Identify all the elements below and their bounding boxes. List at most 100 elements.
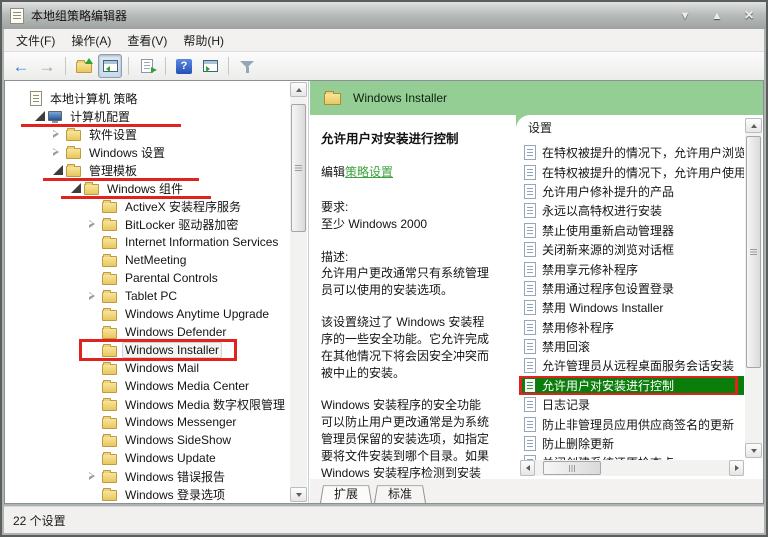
menu-item[interactable]: 文件(F)	[8, 29, 63, 52]
export-list-button[interactable]	[135, 54, 159, 78]
policy-icon	[524, 436, 536, 451]
settings-horizontal-scrollbar[interactable]	[520, 460, 744, 476]
expand-arrow-icon[interactable]	[53, 130, 59, 138]
settings-item[interactable]: 在特权被提升的情况下，允许用户浏览	[519, 143, 744, 162]
tree-item[interactable]: Windows 错误报告	[5, 467, 290, 485]
tree-item-label: Windows Media Center	[122, 378, 252, 394]
tree-item[interactable]: Windows Update	[5, 449, 290, 467]
tree-item[interactable]: NetMeeting	[5, 251, 290, 269]
policy-description-panel: 允许用户对安装进行控制 编辑策略设置 要求: 至少 Windows 2000 描…	[310, 115, 516, 479]
scroll-thumb[interactable]	[543, 461, 601, 475]
settings-item[interactable]: 日志记录	[519, 395, 744, 414]
tree-item[interactable]: 计算机配置	[5, 107, 290, 125]
minimize-button[interactable]: ▼	[676, 10, 694, 22]
tree-item[interactable]: Windows Installer	[5, 341, 290, 359]
tree-item[interactable]: Parental Controls	[5, 269, 290, 287]
forward-button[interactable]: →	[35, 54, 59, 78]
tree-scrollbar[interactable]	[290, 82, 307, 502]
gpedit-window: 本地组策略编辑器 ▼ ▲ × 文件(F)操作(A)查看(V)帮助(H) ← → …	[0, 0, 768, 537]
scroll-down-button[interactable]	[290, 487, 307, 502]
tree-item[interactable]: Tablet PC	[5, 287, 290, 305]
scroll-down-button[interactable]	[745, 443, 762, 458]
expand-arrow-icon[interactable]	[89, 472, 95, 480]
tab-standard[interactable]: 标准	[374, 483, 426, 503]
settings-item[interactable]: 防止非管理员应用供应商签名的更新	[519, 414, 744, 433]
scroll-thumb[interactable]	[291, 104, 306, 232]
tree-item[interactable]: 管理模板	[5, 161, 290, 179]
settings-list-panel: 设置 在特权被提升的情况下，允许用户浏览在特权被提升的情况下，允许用户使用允许用…	[516, 115, 763, 479]
menu-item[interactable]: 查看(V)	[119, 29, 175, 52]
tree-item[interactable]: 本地计算机 策略	[5, 89, 290, 107]
scroll-left-button[interactable]	[520, 460, 535, 476]
settings-item-label: 允许用户修补提升的产品	[542, 183, 674, 200]
settings-item[interactable]: 禁用通过程序包设置登录	[519, 279, 744, 298]
tree-item[interactable]: BitLocker 驱动器加密	[5, 215, 290, 233]
scroll-thumb[interactable]	[746, 136, 761, 368]
up-one-level-button[interactable]	[72, 54, 96, 78]
folder-icon	[102, 418, 117, 429]
settings-item[interactable]: 禁用回滚	[519, 337, 744, 356]
edit-line: 编辑策略设置	[321, 163, 490, 180]
settings-item[interactable]: 允许用户修补提升的产品	[519, 182, 744, 201]
settings-item[interactable]: 禁用 Windows Installer	[519, 298, 744, 317]
settings-item-label: 禁用回滚	[542, 338, 590, 355]
expand-arrow-icon[interactable]	[53, 148, 59, 156]
scroll-up-button[interactable]	[290, 82, 307, 97]
tree-item[interactable]: Windows SideShow	[5, 431, 290, 449]
tree-item[interactable]: Windows Media Center	[5, 377, 290, 395]
settings-item[interactable]: 禁用修补程序	[519, 318, 744, 337]
description-label: 描述:	[321, 248, 490, 265]
tree-item[interactable]: Windows Mail	[5, 359, 290, 377]
expand-arrow-icon[interactable]	[53, 165, 63, 175]
annotation-underline	[43, 178, 199, 181]
settings-item[interactable]: 禁止使用重新启动管理器	[519, 221, 744, 240]
scroll-up-button[interactable]	[745, 118, 762, 133]
tree-item[interactable]: Windows 组件	[5, 179, 290, 197]
tree-item[interactable]: 软件设置	[5, 125, 290, 143]
help-button[interactable]: ?	[172, 54, 196, 78]
settings-vertical-scrollbar[interactable]	[745, 118, 762, 458]
expand-arrow-icon[interactable]	[35, 111, 45, 121]
show-console-tree-button[interactable]	[98, 54, 122, 78]
back-button[interactable]: ←	[9, 54, 33, 78]
expand-arrow-icon[interactable]	[89, 292, 95, 300]
scroll-right-button[interactable]	[729, 460, 744, 476]
settings-item[interactable]: 禁用享元修补程序	[519, 259, 744, 278]
tree-item[interactable]: ActiveX 安装程序服务	[5, 197, 290, 215]
tree-item-label: Windows SideShow	[122, 432, 234, 448]
description-paragraph: 允许用户更改通常只有系统管理员可以使用的安装选项。	[321, 265, 490, 299]
settings-item[interactable]: 关闭新来源的浏览对话框	[519, 240, 744, 259]
tree-item[interactable]: Windows 登录选项	[5, 485, 290, 503]
filter-button[interactable]	[235, 54, 259, 78]
show-console-tree-icon	[103, 60, 118, 72]
tree-item[interactable]: Windows 设置	[5, 143, 290, 161]
tree-item[interactable]: Internet Information Services	[5, 233, 290, 251]
edit-policy-setting-link[interactable]: 策略设置	[345, 165, 393, 179]
tab-extended[interactable]: 扩展	[320, 483, 372, 503]
toolbar-separator	[65, 57, 66, 75]
menu-item[interactable]: 操作(A)	[63, 29, 119, 52]
settings-item[interactable]: 允许用户对安装进行控制	[519, 376, 744, 395]
settings-item[interactable]: 防止删除更新	[519, 434, 744, 453]
settings-item-label: 禁用通过程序包设置登录	[542, 280, 674, 297]
tree-item-label: Windows 组件	[104, 179, 186, 198]
tree-item-label: Internet Information Services	[122, 234, 281, 250]
maximize-button[interactable]: ▲	[708, 10, 726, 22]
tree-item-label: 管理模板	[86, 161, 140, 180]
policy-icon	[524, 223, 536, 238]
settings-item[interactable]: 在特权被提升的情况下，允许用户使用	[519, 162, 744, 181]
menu-item[interactable]: 帮助(H)	[175, 29, 232, 52]
show-window-button[interactable]	[198, 54, 222, 78]
settings-item[interactable]: 永远以高特权进行安装	[519, 201, 744, 220]
tree-item-label: Windows 错误报告	[122, 467, 228, 486]
settings-item[interactable]: 允许管理员从远程桌面服务会话安装	[519, 356, 744, 375]
expand-arrow-icon[interactable]	[71, 183, 81, 193]
settings-column-header[interactable]: 设置	[516, 115, 763, 139]
tree-item[interactable]: Windows Anytime Upgrade	[5, 305, 290, 323]
close-button[interactable]: ×	[740, 10, 758, 21]
expand-arrow-icon[interactable]	[89, 220, 95, 228]
tree-item[interactable]: Windows Messenger	[5, 413, 290, 431]
tree-item[interactable]: Windows Media 数字权限管理	[5, 395, 290, 413]
settings-item-label: 禁用享元修补程序	[542, 261, 638, 278]
edit-prefix: 编辑	[321, 165, 345, 179]
